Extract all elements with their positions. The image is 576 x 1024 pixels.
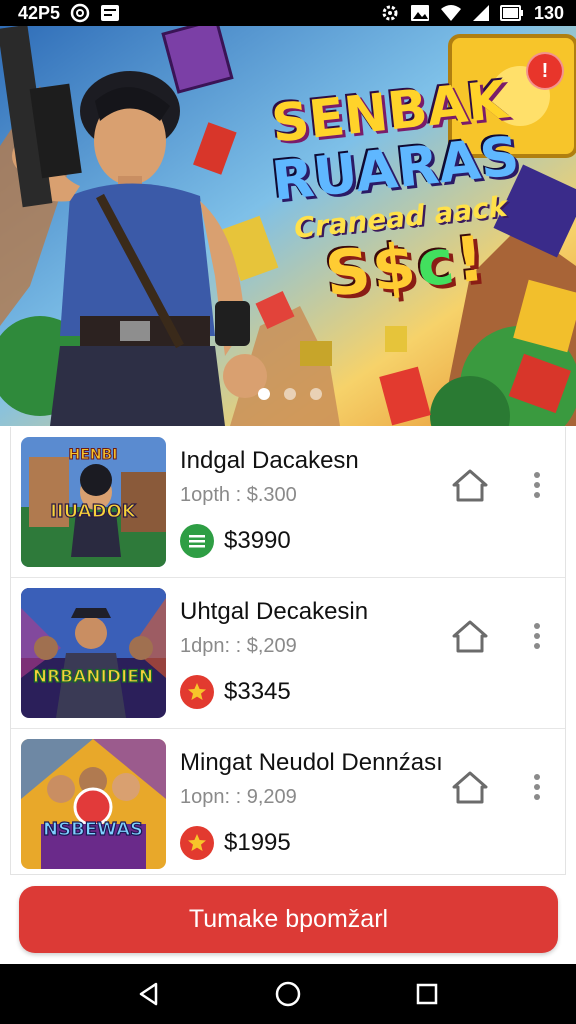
more-vert-icon[interactable] bbox=[523, 465, 551, 505]
more-vert-icon[interactable] bbox=[523, 616, 551, 656]
hero-alert-badge-text: ! bbox=[541, 59, 549, 82]
list-item[interactable]: HENBI IIUADOK Indgal Dacakesn 1opth : $.… bbox=[11, 427, 565, 578]
home-icon[interactable] bbox=[449, 616, 491, 656]
carousel-dot[interactable] bbox=[284, 388, 296, 400]
back-icon[interactable] bbox=[129, 974, 169, 1014]
carousel-indicator bbox=[258, 388, 322, 400]
item-title: Mingat Neudol Dennźası bbox=[180, 749, 443, 776]
game-thumbnail: HENBI IIUADOK bbox=[21, 437, 166, 567]
hero-banner[interactable]: SENBAK RUARAS Cranead aack S$c! ! bbox=[0, 26, 576, 426]
star-icon bbox=[180, 826, 214, 860]
carousel-dot[interactable] bbox=[310, 388, 322, 400]
home-icon[interactable] bbox=[449, 767, 491, 807]
status-bar: 42P5 130 bbox=[0, 0, 576, 26]
list-item[interactable]: NSBEWAS Mingat Neudol Dennźası 1opn: : 9… bbox=[11, 729, 565, 874]
settings-icon bbox=[380, 3, 400, 23]
action-area: Tumake bpomžarl bbox=[0, 875, 576, 964]
more-vert-icon[interactable] bbox=[523, 767, 551, 807]
hero-title-line4-a: S$ bbox=[321, 228, 421, 311]
system-nav-bar bbox=[0, 964, 576, 1024]
game-list: HENBI IIUADOK Indgal Dacakesn 1opth : $.… bbox=[10, 427, 566, 875]
battery-icon bbox=[499, 4, 524, 22]
at-icon bbox=[70, 3, 90, 23]
hero-title: SENBAK RUARAS Cranead aack S$c! bbox=[238, 70, 559, 313]
item-price: $1995 bbox=[224, 829, 291, 856]
thumb-top-label: HENBI bbox=[69, 447, 118, 463]
item-subtitle: 1dpn: : $,209 bbox=[180, 635, 297, 657]
wifi-icon bbox=[440, 4, 462, 22]
item-price-group: $3345 bbox=[180, 675, 291, 709]
item-price-group: $3990 bbox=[180, 524, 291, 558]
list-item[interactable]: NRBANIDIEN Uhtgal Decakesin 1dpn: : $,20… bbox=[11, 578, 565, 729]
image-icon bbox=[410, 4, 430, 22]
game-thumbnail: NRBANIDIEN bbox=[21, 588, 166, 718]
thumb-label: NRBANIDIEN bbox=[33, 667, 153, 687]
thumb-label: NSBEWAS bbox=[43, 819, 143, 840]
carousel-dot[interactable] bbox=[258, 388, 270, 400]
item-subtitle: 1opn: : 9,209 bbox=[180, 786, 297, 808]
primary-action-button[interactable]: Tumake bpomžarl bbox=[19, 886, 558, 953]
item-title: Uhtgal Decakesin bbox=[180, 598, 369, 625]
app-icon bbox=[100, 4, 120, 22]
item-price-group: $1995 bbox=[180, 826, 291, 860]
list-icon bbox=[180, 524, 214, 558]
hero-title-line4-c: ! bbox=[451, 221, 490, 298]
item-title: Indgal Dacakesn bbox=[180, 447, 359, 474]
status-battery-text: 130 bbox=[533, 2, 564, 23]
thumb-label: IIUADOK bbox=[50, 501, 137, 522]
item-subtitle: 1opth : $.300 bbox=[180, 484, 297, 506]
item-price: $3345 bbox=[224, 678, 291, 705]
recents-icon[interactable] bbox=[407, 974, 447, 1014]
signal-icon bbox=[472, 4, 490, 22]
hero-alert-badge[interactable]: ! bbox=[526, 52, 564, 90]
item-price: $3990 bbox=[224, 527, 291, 554]
home-icon[interactable] bbox=[449, 465, 491, 505]
game-thumbnail: NSBEWAS bbox=[21, 739, 166, 869]
home-circle-icon[interactable] bbox=[268, 974, 308, 1014]
status-time: 42P5 bbox=[18, 2, 61, 23]
star-icon bbox=[180, 675, 214, 709]
